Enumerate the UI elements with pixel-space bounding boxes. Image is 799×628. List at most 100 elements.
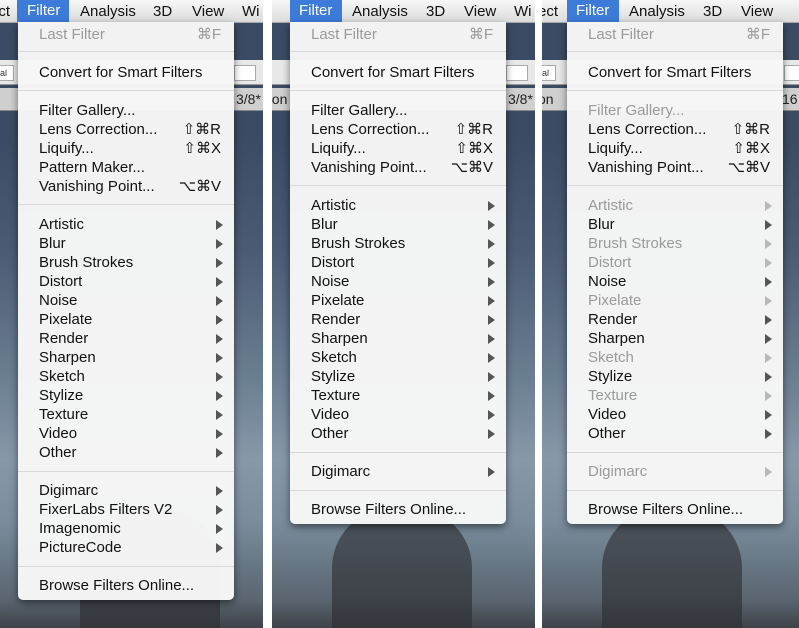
menu-item-sketch[interactable]: Sketch	[290, 348, 506, 367]
menu-item-distort[interactable]: Distort	[290, 253, 506, 272]
menu-item-other[interactable]: Other	[290, 424, 506, 443]
menu-item-label: Last Filter	[311, 26, 377, 43]
options-field-2[interactable]	[234, 65, 256, 81]
menu-item-convert-for-smart-filters[interactable]: Convert for Smart Filters	[290, 63, 506, 82]
menu-separator	[567, 90, 783, 91]
menu-item-noise[interactable]: Noise	[567, 272, 783, 291]
menu-item-artistic[interactable]: Artistic	[290, 196, 506, 215]
menu-item-lens-correction[interactable]: Lens Correction... ⇧⌘R	[290, 120, 506, 139]
menu-item-fixerlabs-filters-v2[interactable]: FixerLabs Filters V2	[18, 500, 234, 519]
submenu-arrow-icon	[488, 410, 495, 420]
submenu-arrow-icon	[488, 220, 495, 230]
menu-item-label: PictureCode	[39, 539, 122, 556]
menu-item-artistic[interactable]: Artistic	[18, 215, 234, 234]
filter-menu: Last Filter ⌘F Convert for Smart Filters Fi…	[290, 22, 506, 524]
submenu-arrow-icon	[765, 372, 772, 382]
menu-item-pixelate[interactable]: Pixelate	[18, 310, 234, 329]
menu-item-lens-correction[interactable]: Lens Correction... ⇧⌘R	[567, 120, 783, 139]
menu-analysis[interactable]: Analysis	[80, 2, 136, 22]
menu-item-vanishing-point[interactable]: Vanishing Point... ⌥⌘V	[18, 177, 234, 196]
menu-3d[interactable]: 3D	[703, 2, 722, 22]
menu-item-picturecode[interactable]: PictureCode	[18, 538, 234, 557]
menu-item-video[interactable]: Video	[567, 405, 783, 424]
menu-item-label: Render	[311, 311, 361, 328]
menu-item-digimarc[interactable]: Digimarc	[18, 481, 234, 500]
menu-item-blur[interactable]: Blur	[290, 215, 506, 234]
menu-item-filter-gallery[interactable]: Filter Gallery...	[18, 101, 234, 120]
menu-item-label: Blur	[39, 235, 66, 252]
submenu-arrow-icon	[488, 429, 495, 439]
menu-item-liquify[interactable]: Liquify... ⇧⌘X	[18, 139, 234, 158]
menu-item-render[interactable]: Render	[567, 310, 783, 329]
menu-item-convert-for-smart-filters[interactable]: Convert for Smart Filters	[567, 63, 783, 82]
menu-item-convert-for-smart-filters[interactable]: Convert for Smart Filters	[18, 63, 234, 82]
menu-filter[interactable]: Filter	[290, 0, 342, 22]
submenu-arrow-icon	[765, 410, 772, 420]
menu-item-texture[interactable]: Texture	[18, 405, 234, 424]
menu-item-render[interactable]: Render	[18, 329, 234, 348]
menu-separator	[18, 51, 234, 52]
menu-item-video[interactable]: Video	[18, 424, 234, 443]
menu-item-sharpen[interactable]: Sharpen	[290, 329, 506, 348]
options-field-2[interactable]	[784, 65, 799, 81]
menu-item-label: Lens Correction...	[311, 121, 430, 138]
menu-item-vanishing-point[interactable]: Vanishing Point... ⌥⌘V	[567, 158, 783, 177]
menu-filter[interactable]: Filter	[567, 0, 619, 22]
menu-window[interactable]: Wi	[242, 2, 260, 22]
menu-view[interactable]: View	[741, 2, 773, 22]
menu-item-pixelate[interactable]: Pixelate	[290, 291, 506, 310]
menu-item-video[interactable]: Video	[290, 405, 506, 424]
menu-item-imagenomic[interactable]: Imagenomic	[18, 519, 234, 538]
menu-item-sketch[interactable]: Sketch	[18, 367, 234, 386]
menu-3d[interactable]: 3D	[153, 2, 172, 22]
menu-item-blur[interactable]: Blur	[18, 234, 234, 253]
menu-item-label: Filter Gallery...	[39, 102, 136, 119]
menu-item-label: Last Filter	[39, 26, 105, 43]
menu-item-texture[interactable]: Texture	[290, 386, 506, 405]
menu-edit-partial[interactable]: ect	[542, 2, 558, 22]
menu-item-browse-filters-online[interactable]: Browse Filters Online...	[567, 500, 783, 519]
options-field[interactable]: nal	[542, 65, 556, 81]
menu-view[interactable]: View	[464, 2, 496, 22]
options-field[interactable]	[506, 65, 528, 81]
menu-analysis[interactable]: Analysis	[352, 2, 408, 22]
menu-item-label: Brush Strokes	[588, 235, 683, 252]
menu-item-browse-filters-online[interactable]: Browse Filters Online...	[290, 500, 506, 519]
menu-item-brush-strokes[interactable]: Brush Strokes	[290, 234, 506, 253]
menu-item-sharpen[interactable]: Sharpen	[567, 329, 783, 348]
menu-3d[interactable]: 3D	[426, 2, 445, 22]
menu-item-digimarc[interactable]: Digimarc	[290, 462, 506, 481]
menu-filter[interactable]: Filter	[17, 0, 69, 22]
photo-silhouette	[602, 508, 742, 628]
submenu-arrow-icon	[216, 353, 223, 363]
menu-item-stylize[interactable]: Stylize	[567, 367, 783, 386]
menu-view[interactable]: View	[192, 2, 224, 22]
menu-item-stylize[interactable]: Stylize	[18, 386, 234, 405]
menu-item-browse-filters-online[interactable]: Browse Filters Online...	[18, 576, 234, 595]
menu-item-other[interactable]: Other	[18, 443, 234, 462]
shortcut-label: ⇧⌘X	[455, 140, 493, 157]
menu-item-other[interactable]: Other	[567, 424, 783, 443]
menu-item-render[interactable]: Render	[290, 310, 506, 329]
menu-item-blur[interactable]: Blur	[567, 215, 783, 234]
menu-item-pattern-maker[interactable]: Pattern Maker...	[18, 158, 234, 177]
menu-item-distort[interactable]: Distort	[18, 272, 234, 291]
menu-item-label: Stylize	[311, 368, 356, 385]
photo-silhouette	[332, 508, 472, 628]
menu-item-noise[interactable]: Noise	[18, 291, 234, 310]
menu-item-filter-gallery[interactable]: Filter Gallery...	[290, 101, 506, 120]
menu-item-label: Video	[39, 425, 78, 442]
options-field[interactable]: nal	[0, 65, 14, 81]
menu-item-noise[interactable]: Noise	[290, 272, 506, 291]
menu-item-sharpen[interactable]: Sharpen	[18, 348, 234, 367]
menu-item-liquify[interactable]: Liquify... ⇧⌘X	[567, 139, 783, 158]
menu-item-stylize[interactable]: Stylize	[290, 367, 506, 386]
menu-item-lens-correction[interactable]: Lens Correction... ⇧⌘R	[18, 120, 234, 139]
menu-item-brush-strokes[interactable]: Brush Strokes	[18, 253, 234, 272]
menu-item-vanishing-point[interactable]: Vanishing Point... ⌥⌘V	[290, 158, 506, 177]
menu-analysis[interactable]: Analysis	[629, 2, 685, 22]
menu-item-label: Liquify...	[39, 140, 94, 157]
menu-item-liquify[interactable]: Liquify... ⇧⌘X	[290, 139, 506, 158]
menu-window[interactable]: Wi	[514, 2, 532, 22]
menu-edit-partial[interactable]: ect	[0, 2, 10, 22]
